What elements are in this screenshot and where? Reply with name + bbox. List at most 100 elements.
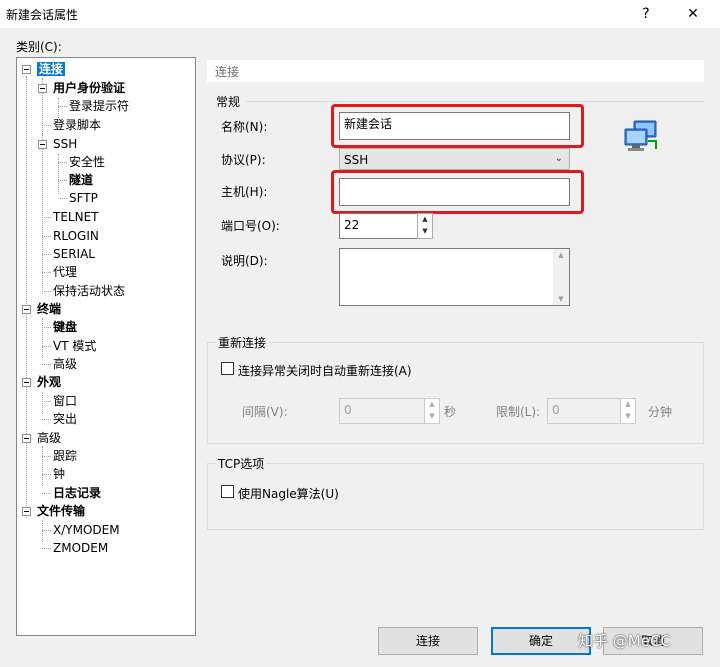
tree-collapse-icon[interactable]: [38, 84, 47, 93]
spin-down-icon[interactable]: ▼: [418, 226, 432, 237]
tree-item-label: 保持活动状态: [53, 284, 126, 298]
limit-field[interactable]: 0: [547, 398, 621, 424]
limit-spinner[interactable]: ▲ ▼: [620, 398, 636, 424]
watermark: 知乎 @MeCC: [578, 632, 671, 650]
nagle-checkbox[interactable]: [221, 485, 234, 498]
page-header-title: 连接: [215, 65, 240, 79]
interval-spinner[interactable]: ▲ ▼: [424, 398, 440, 424]
tree-item-label: 高级: [53, 357, 78, 371]
tree-item[interactable]: TELNET: [53, 208, 99, 226]
tree-collapse-icon[interactable]: [22, 65, 31, 74]
tree-item[interactable]: 日志记录: [53, 484, 101, 502]
tree-item-label: RLOGIN: [53, 229, 99, 243]
tree-item[interactable]: SERIAL: [53, 245, 95, 263]
auto-reconnect-label[interactable]: 连接异常关闭时自动重新连接(A): [238, 362, 412, 379]
host-label: 主机(H):: [221, 185, 268, 199]
spin-up-icon[interactable]: ▲: [621, 399, 635, 410]
tree-item[interactable]: 用户身份验证: [53, 79, 125, 97]
title-bar[interactable]: 新建会话属性 ? ✕: [0, 0, 720, 28]
tree-item-label: 连接: [37, 62, 66, 76]
tcp-group-title: TCP选项: [216, 455, 267, 472]
tree-item-label: 高级: [37, 431, 62, 445]
window-title: 新建会话属性: [6, 8, 79, 22]
tree-item[interactable]: ZMODEM: [53, 539, 108, 557]
network-computer-icon: [624, 120, 657, 151]
tree-item[interactable]: 保持活动状态: [53, 282, 125, 300]
tree-item[interactable]: SFTP: [69, 189, 98, 207]
tree-collapse-icon[interactable]: [38, 140, 47, 149]
port-field[interactable]: 22: [339, 213, 418, 239]
category-label: 类别(C):: [16, 40, 62, 54]
tree-item[interactable]: 登录脚本: [53, 116, 101, 134]
limit-unit: 分钟: [648, 405, 673, 419]
tree-collapse-icon[interactable]: [22, 305, 31, 314]
tree-item-label: SERIAL: [53, 247, 95, 261]
tree-item-label: SSH: [53, 137, 78, 151]
tree-item-label: 文件传输: [37, 504, 86, 518]
tree-item-label: 窗口: [53, 394, 78, 408]
description-field[interactable]: [339, 248, 570, 306]
tree-item[interactable]: 突出: [53, 410, 77, 428]
port-spinner[interactable]: ▲ ▼: [417, 213, 433, 239]
tree-item[interactable]: 代理: [53, 263, 77, 281]
interval-field[interactable]: 0: [339, 398, 425, 424]
tree-item[interactable]: 键盘: [53, 318, 77, 336]
general-group-title: 常规: [216, 95, 241, 109]
limit-label: 限制(L):: [496, 405, 541, 419]
tree-item-label: 登录脚本: [53, 118, 102, 132]
port-label: 端口号(O):: [221, 219, 280, 233]
tree-item[interactable]: RLOGIN: [53, 227, 99, 245]
tree-item-label: 登录提示符: [69, 99, 130, 113]
tree-item[interactable]: X/YMODEM: [53, 521, 120, 539]
tree-item-label: 跟踪: [53, 449, 78, 463]
tree-item-label: 外观: [37, 375, 62, 389]
tree-collapse-icon[interactable]: [22, 507, 31, 516]
tree-item[interactable]: 钟: [53, 465, 65, 483]
close-button[interactable]: ✕: [673, 2, 713, 26]
tree-item-label: 隧道: [69, 173, 94, 187]
auto-reconnect-checkbox[interactable]: [221, 362, 234, 375]
tree-item-label: 用户身份验证: [53, 81, 126, 95]
tree-collapse-icon[interactable]: [22, 378, 31, 387]
tree-item[interactable]: 窗口: [53, 392, 77, 410]
tree-item[interactable]: 隧道: [69, 171, 93, 189]
description-scrollbar[interactable]: ▲ ▼: [553, 249, 569, 305]
tree-item[interactable]: 高级: [53, 355, 77, 373]
spin-down-icon[interactable]: ▼: [621, 411, 635, 422]
interval-unit: 秒: [444, 405, 457, 419]
tree-item-label: TELNET: [53, 210, 99, 224]
tree-item-label: 终端: [37, 302, 62, 316]
reconnect-group: [207, 342, 704, 444]
host-highlight-box: [331, 170, 584, 214]
tree-item-label: ZMODEM: [53, 541, 109, 555]
tree-item[interactable]: SSH: [53, 135, 77, 153]
tree-item-label: SFTP: [69, 191, 98, 205]
category-tree[interactable]: 连接用户身份验证登录提示符登录脚本 SSH 安全性隧道 SFTP TELNET RLOGI…: [16, 57, 196, 636]
tree-collapse-icon[interactable]: [22, 434, 31, 443]
help-button[interactable]: ?: [626, 2, 666, 26]
tree-item-label: 突出: [53, 412, 78, 426]
nagle-label[interactable]: 使用Nagle算法(U): [238, 485, 339, 502]
spin-up-icon[interactable]: ▲: [418, 214, 432, 225]
protocol-value: SSH: [344, 153, 369, 167]
tree-item[interactable]: 文件传输: [37, 502, 85, 520]
tree-item[interactable]: 外观: [37, 373, 61, 391]
ok-button[interactable]: 确定: [491, 627, 591, 655]
tree-item-label: 钟: [53, 467, 66, 481]
page-header: 连接: [207, 60, 704, 82]
tree-item-label: VT 模式: [53, 339, 97, 353]
tree-item[interactable]: 安全性: [69, 153, 105, 171]
tree-item[interactable]: 连接: [37, 60, 66, 78]
connect-button[interactable]: 连接: [378, 627, 478, 655]
tree-item-label: 键盘: [53, 320, 78, 334]
tree-item[interactable]: 跟踪: [53, 447, 77, 465]
tree-item[interactable]: 登录提示符: [69, 97, 129, 115]
tree-item-label: X/YMODEM: [53, 523, 120, 537]
tree-item[interactable]: 高级: [37, 429, 61, 447]
tree-item[interactable]: 终端: [37, 300, 61, 318]
chevron-down-icon: ⌄: [554, 153, 563, 164]
tree-item[interactable]: VT 模式: [53, 337, 96, 355]
spin-down-icon[interactable]: ▼: [425, 411, 439, 422]
spin-up-icon[interactable]: ▲: [425, 399, 439, 410]
protocol-select[interactable]: SSH ⌄: [339, 148, 570, 170]
